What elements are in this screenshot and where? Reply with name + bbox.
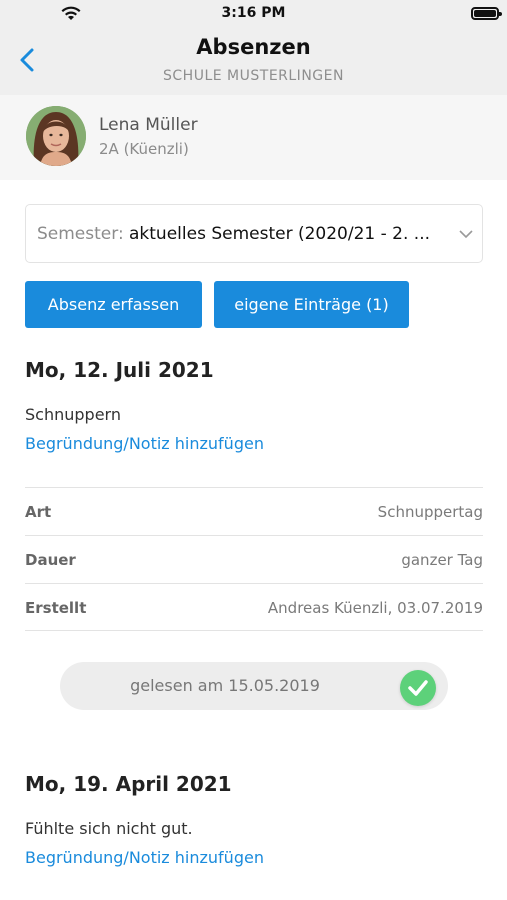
status-time: 3:16 PM	[221, 5, 286, 21]
page-subtitle: SCHULE MUSTERLINGEN	[163, 68, 344, 84]
add-note-link[interactable]: Begründung/Notiz hinzufügen	[25, 848, 264, 867]
entry-date: Mo, 12. Juli 2021	[25, 358, 214, 382]
detail-key: Erstellt	[25, 599, 87, 617]
page-title: Absenzen	[196, 35, 311, 59]
detail-value: Schnuppertag	[377, 503, 483, 521]
detail-value: ganzer Tag	[401, 551, 483, 569]
detail-value: Andreas Küenzli, 03.07.2019	[267, 599, 483, 617]
detail-key: Dauer	[25, 551, 76, 569]
student-header: Lena Müller 2A (Küenzli)	[0, 95, 507, 180]
semester-value: aktuelles Semester (2020/21 - 2. ...	[129, 224, 431, 244]
check-icon	[400, 670, 436, 706]
add-note-link[interactable]: Begründung/Notiz hinzufügen	[25, 434, 264, 453]
student-name: Lena Müller	[99, 115, 198, 135]
status-bar: 3:16 PM	[0, 0, 507, 30]
read-status-text: gelesen am 15.05.2019	[130, 676, 320, 695]
detail-key: Art	[25, 503, 52, 521]
navigation-bar: Absenzen SCHULE MUSTERLINGEN	[0, 30, 507, 95]
read-status-pill: gelesen am 15.05.2019	[60, 662, 448, 710]
entry-reason: Schnuppern	[25, 405, 121, 424]
avatar	[26, 106, 86, 166]
semester-label: Semester:	[37, 224, 124, 244]
entry-date: Mo, 19. April 2021	[25, 772, 232, 796]
detail-row-duration: Dauer ganzer Tag	[25, 535, 483, 583]
detail-row-type: Art Schnuppertag	[25, 487, 483, 535]
student-class: 2A (Küenzli)	[99, 140, 189, 158]
semester-select[interactable]: Semester: aktuelles Semester (2020/21 - …	[25, 204, 483, 263]
own-entries-button[interactable]: eigene Einträge (1)	[214, 281, 409, 328]
add-absence-button[interactable]: Absenz erfassen	[25, 281, 202, 328]
chevron-down-icon	[459, 230, 473, 239]
entry-reason: Fühlte sich nicht gut.	[25, 819, 193, 838]
battery-icon	[471, 7, 502, 20]
detail-row-created: Erstellt Andreas Küenzli, 03.07.2019	[25, 583, 483, 631]
